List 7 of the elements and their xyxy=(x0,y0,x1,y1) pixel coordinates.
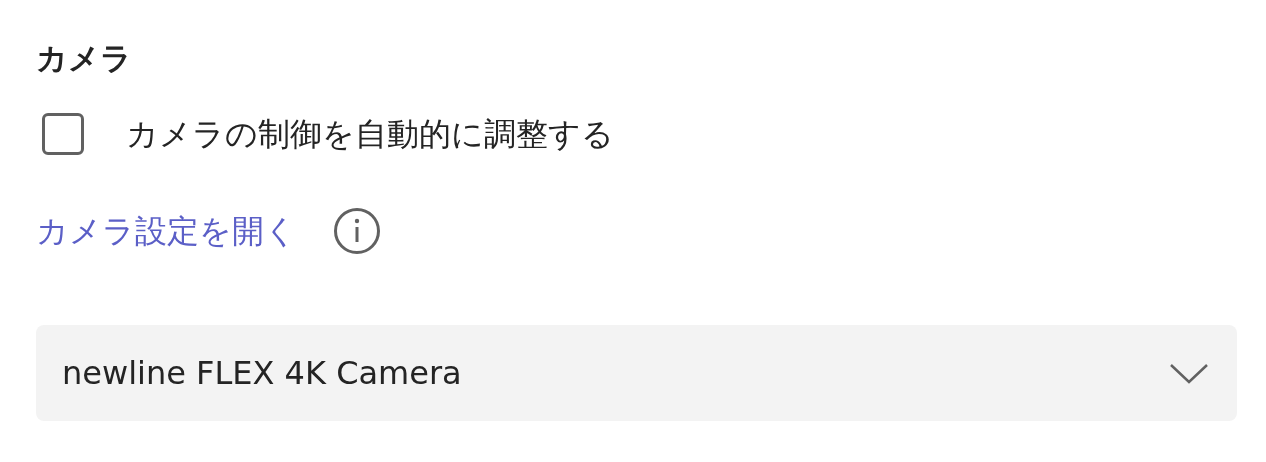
camera-settings-link[interactable]: カメラ設定を開く xyxy=(36,212,297,251)
camera-dropdown[interactable]: newline FLEX 4K Camera xyxy=(36,325,1237,422)
checkbox[interactable] xyxy=(42,113,84,156)
info-icon[interactable] xyxy=(333,207,381,256)
chevron-down-icon xyxy=(1169,362,1209,385)
section-title: カメラ xyxy=(36,40,133,78)
checkbox-label: カメラの制御を自動的に調整する xyxy=(126,115,614,154)
